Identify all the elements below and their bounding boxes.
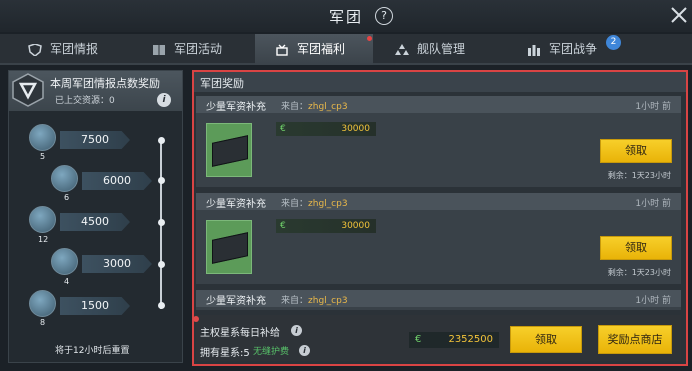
card-source: 来自：zhgl_cp3 bbox=[281, 199, 348, 209]
card-name: 少量军资补充 bbox=[206, 199, 266, 210]
window-title: 军团 bbox=[328, 8, 363, 26]
reward-points: 6000 bbox=[82, 172, 152, 190]
panel-header bbox=[194, 72, 686, 92]
reward-ship-icon[interactable] bbox=[29, 290, 56, 317]
track-node bbox=[157, 137, 165, 144]
daily-amount: € 2352500 bbox=[409, 332, 499, 348]
claim-button[interactable]: 领取 bbox=[600, 139, 672, 163]
reward-ship-icon[interactable] bbox=[29, 124, 56, 151]
daily-claim-button[interactable]: 领取 bbox=[510, 326, 582, 353]
currency-icon: € bbox=[415, 334, 422, 345]
reward-level: 6 bbox=[64, 193, 70, 202]
help-button[interactable]: ? bbox=[375, 7, 393, 25]
reward-level: 5 bbox=[40, 152, 46, 161]
card-source: 来自：zhgl_cp3 bbox=[281, 296, 348, 306]
reward-shop-button[interactable]: 奖励点商店 bbox=[598, 325, 672, 354]
reward-card: 少量军资补充 来自：zhgl_cp3 1小时 前 €30000 领取 剩余：1天… bbox=[196, 96, 681, 187]
reward-points: 3000 bbox=[82, 255, 152, 273]
reward-level: 8 bbox=[40, 318, 46, 327]
reward-points: 7500 bbox=[60, 131, 130, 149]
card-time: 1小时 前 bbox=[635, 199, 671, 209]
reward-ship-icon[interactable] bbox=[51, 165, 78, 192]
reset-timer: 将于12小时后重置 bbox=[55, 346, 130, 356]
tab-label: 军团福利 bbox=[297, 42, 346, 56]
tab-fleet[interactable]: 舰队管理 bbox=[395, 34, 505, 65]
tab-label: 军团战争 bbox=[549, 42, 598, 56]
close-icon[interactable] bbox=[667, 3, 691, 27]
notification-dot bbox=[367, 36, 372, 41]
reward-points: 1500 bbox=[60, 297, 130, 315]
claim-button[interactable]: 领取 bbox=[600, 236, 672, 260]
card-header bbox=[196, 193, 681, 210]
book-icon bbox=[153, 44, 165, 55]
shield-icon bbox=[28, 43, 42, 56]
track-node bbox=[157, 177, 165, 184]
card-header bbox=[196, 290, 681, 307]
submitted-resources: 已上交资源：0 bbox=[55, 96, 115, 106]
tab-war[interactable]: 军团战争 bbox=[527, 34, 637, 65]
currency-icon: € bbox=[280, 221, 286, 231]
remaining-time: 剩余：1天23小时 bbox=[607, 171, 671, 180]
panel-title: 军团奖励 bbox=[200, 77, 244, 90]
reward-amount: €30000 bbox=[276, 122, 376, 136]
card-source: 来自：zhgl_cp3 bbox=[281, 102, 348, 112]
notification-dot bbox=[193, 316, 199, 322]
track-node bbox=[157, 302, 165, 309]
reward-ship-icon[interactable] bbox=[29, 206, 56, 233]
track-node bbox=[157, 219, 165, 226]
info-icon[interactable]: i bbox=[299, 345, 310, 356]
fleet-icon bbox=[395, 43, 409, 55]
tab-intel[interactable]: 军团情报 bbox=[28, 34, 138, 65]
legion-logo-icon bbox=[12, 73, 44, 107]
reward-amount: €30000 bbox=[276, 219, 376, 233]
reward-card: 少量军资补充 来自：zhgl_cp3 1小时 前 bbox=[196, 290, 681, 310]
remaining-time: 剩余：1天23小时 bbox=[607, 268, 671, 277]
card-name: 少量军资补充 bbox=[206, 296, 266, 307]
info-icon[interactable]: i bbox=[157, 93, 171, 107]
card-time: 1小时 前 bbox=[635, 296, 671, 306]
currency-icon: € bbox=[280, 124, 286, 134]
card-header bbox=[196, 96, 681, 113]
castle-icon bbox=[528, 44, 540, 56]
reward-level: 12 bbox=[38, 235, 49, 244]
tab-bar: 军团情报 军团活动 军团福利 舰队管理 军团战争 bbox=[0, 34, 692, 65]
tab-welfare[interactable]: 军团福利 bbox=[255, 34, 373, 65]
tab-label: 舰队管理 bbox=[417, 42, 466, 56]
no-protection-fee: 无缝护费 bbox=[253, 347, 290, 357]
reward-level: 4 bbox=[64, 277, 70, 286]
card-name: 少量军资补充 bbox=[206, 102, 266, 113]
reward-ship-icon[interactable] bbox=[51, 248, 78, 275]
panel-title: 本周军团情报点数奖励 bbox=[50, 77, 160, 90]
reward-card: 少量军资补充 来自：zhgl_cp3 1小时 前 €30000 领取 剩余：1天… bbox=[196, 193, 681, 284]
tab-label: 军团活动 bbox=[174, 42, 223, 56]
supply-crate-icon bbox=[206, 123, 252, 177]
supply-crate-icon bbox=[206, 220, 252, 274]
war-badge: 2 bbox=[606, 35, 621, 50]
tab-label: 军团情报 bbox=[50, 42, 99, 56]
gift-icon bbox=[276, 44, 288, 56]
track-node bbox=[157, 261, 165, 268]
card-time: 1小时 前 bbox=[635, 102, 671, 112]
tab-activity[interactable]: 军团活动 bbox=[152, 34, 262, 65]
daily-supply-label: 主权星系每日补给 bbox=[200, 328, 280, 339]
owned-systems: 拥有星系:5 bbox=[200, 348, 250, 359]
reward-points: 4500 bbox=[60, 213, 130, 231]
info-icon[interactable]: i bbox=[291, 325, 302, 336]
